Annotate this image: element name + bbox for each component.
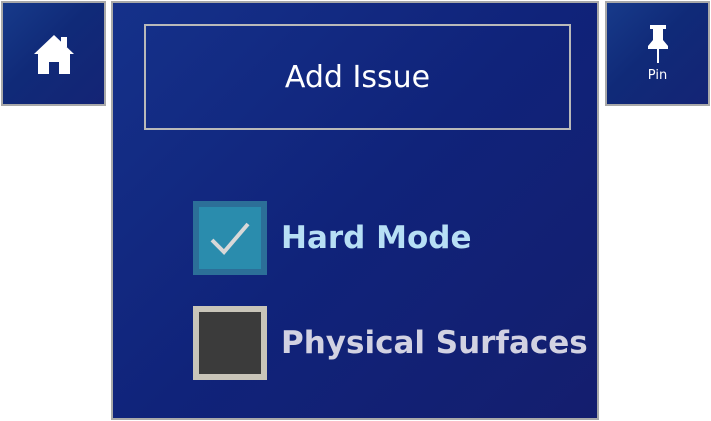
checkmark-icon [210, 222, 250, 255]
add-issue-button[interactable]: Add Issue [144, 24, 571, 130]
pin-icon [647, 25, 668, 63]
physical-surfaces-label: Physical Surfaces [281, 325, 588, 361]
home-icon [33, 34, 74, 74]
home-button[interactable] [1, 1, 106, 106]
physical-surfaces-checkbox[interactable] [193, 306, 267, 380]
hard-mode-label: Hard Mode [281, 220, 472, 256]
hard-mode-checkbox[interactable] [193, 201, 267, 275]
main-panel: Add Issue Hard Mode Physical Surfaces [111, 1, 599, 420]
physical-surfaces-toggle[interactable]: Physical Surfaces [193, 306, 588, 380]
stage: Add Issue Hard Mode Physical Surfaces Pi… [0, 0, 711, 421]
pin-button[interactable]: Pin [605, 1, 710, 106]
pin-label: Pin [647, 68, 668, 83]
hard-mode-toggle[interactable]: Hard Mode [193, 201, 472, 275]
